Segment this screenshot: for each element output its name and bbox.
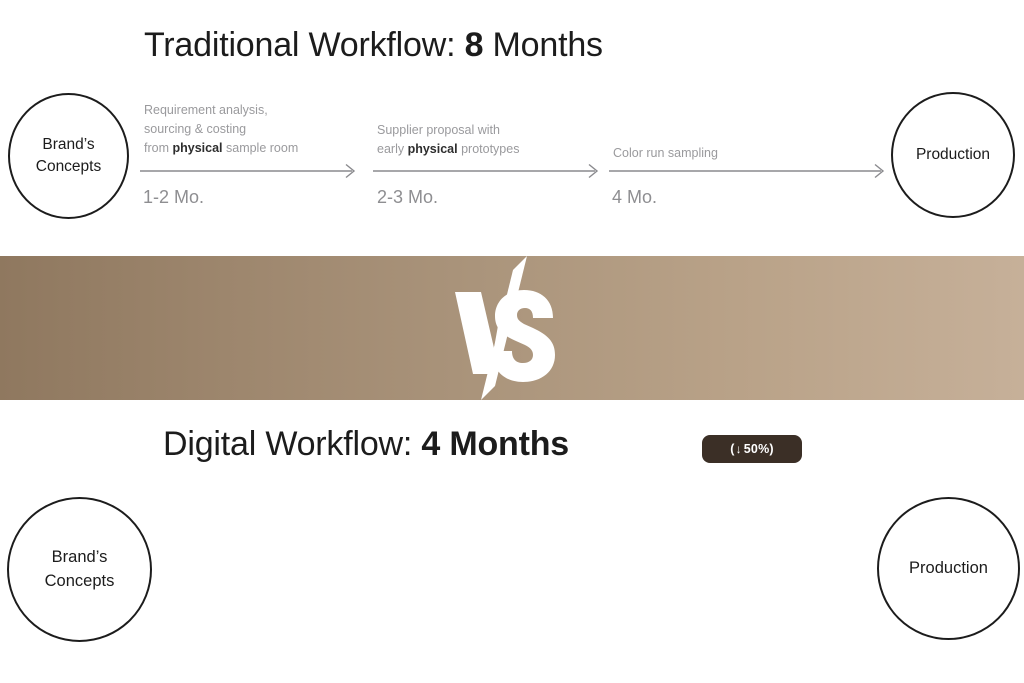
traditional-arrow-3: [609, 163, 891, 179]
traditional-step-1-duration: 1-2 Mo.: [143, 187, 205, 207]
traditional-step-1-desc-line3: from physical sample room: [144, 139, 298, 158]
traditional-step-3-desc-line1: Color run sampling: [613, 146, 718, 160]
traditional-start-circle-line1: Brand’s: [42, 136, 95, 153]
traditional-step-2-desc-line2-bold: physical: [407, 142, 458, 156]
digital-end-circle: Production: [877, 497, 1020, 640]
infographic-root: Traditional Workflow: 8 Months Brand’s C…: [0, 0, 1024, 683]
vs-icon: [455, 256, 555, 400]
digital-start-circle-line2: Concepts: [44, 571, 115, 590]
traditional-step-2-desc-line2-post: prototypes: [457, 142, 520, 156]
digital-end-circle-label: Production: [909, 558, 988, 577]
traditional-step-1-desc-line1: Requirement analysis,: [144, 103, 268, 117]
traditional-step-1-desc-line3-bold: physical: [172, 141, 223, 155]
traditional-title: Traditional Workflow: 8 Months: [144, 26, 603, 65]
digital-title-number: 4: [421, 425, 441, 463]
traditional-workflow-section: Traditional Workflow: 8 Months Brand’s C…: [0, 0, 1024, 256]
versus-mark: [437, 256, 587, 400]
traditional-title-number: 8: [464, 26, 484, 64]
traditional-step-1-desc-line2: sourcing & costing: [144, 122, 247, 136]
traditional-end-circle-label: Production: [915, 146, 991, 163]
digital-start-circle: Brand’s Concepts: [7, 497, 152, 642]
traditional-start-circle-line2: Concepts: [35, 158, 102, 175]
traditional-step-2-desc-line1: Supplier proposal with: [377, 123, 500, 137]
traditional-arrow-1: [140, 163, 362, 179]
digital-start-circle-line1: Brand’s: [51, 548, 108, 567]
digital-title: Digital Workflow: 4 Months: [163, 425, 569, 464]
digital-title-badge-open: (: [730, 441, 735, 456]
traditional-step-2-desc-line2-pre: early: [377, 142, 408, 156]
digital-title-badge: (↓ 50%): [702, 435, 802, 463]
traditional-step-1-description: Requirement analysis, sourcing & costing…: [144, 101, 298, 158]
traditional-arrow-2: [373, 163, 605, 179]
traditional-title-prefix: Traditional Workflow:: [144, 26, 465, 64]
traditional-start-circle: Brand’s Concepts: [8, 93, 129, 219]
traditional-step-1-desc-line3-post: sample room: [222, 141, 299, 155]
traditional-end-circle: Production: [891, 92, 1015, 218]
arrow-down-icon: ↓: [735, 442, 742, 456]
digital-title-suffix: Months: [440, 425, 570, 463]
traditional-step-2-description: Supplier proposal with early physical pr…: [377, 121, 519, 159]
traditional-step-2-desc-line2: early physical prototypes: [377, 140, 519, 159]
traditional-title-suffix: Months: [483, 26, 604, 64]
traditional-step-1-desc-line3-pre: from: [144, 141, 173, 155]
traditional-step-2-duration: 2-3 Mo.: [377, 187, 439, 207]
digital-title-prefix: Digital Workflow:: [163, 425, 422, 463]
traditional-step-3-description: Color run sampling: [613, 144, 718, 163]
traditional-step-3-duration: 4 Mo.: [612, 187, 658, 207]
versus-band: [0, 256, 1024, 400]
digital-title-badge-value: 50%: [743, 441, 770, 456]
digital-title-badge-close: ): [769, 441, 774, 456]
